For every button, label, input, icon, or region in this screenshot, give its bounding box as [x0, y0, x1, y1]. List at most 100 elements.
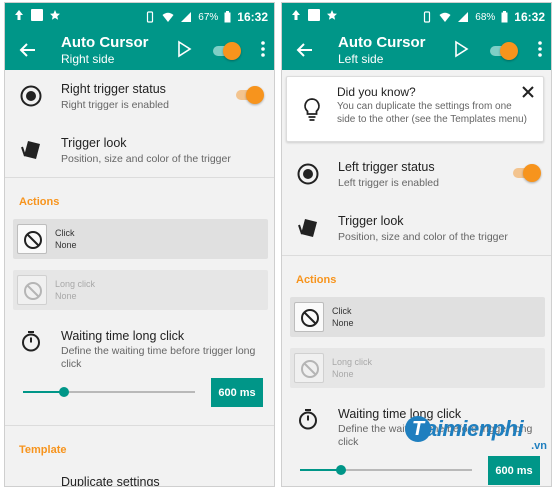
back-arrow-icon[interactable]: [294, 39, 316, 61]
click-action-title: Click: [55, 228, 75, 238]
app-bar: Auto Cursor Left side: [282, 30, 551, 70]
trigger-look-sub: Position, size and color of the trigger: [338, 231, 508, 243]
settings-list: Did you know? You can duplicate the sett…: [282, 70, 551, 486]
trigger-look-icon: [19, 138, 43, 162]
block-icon: [17, 275, 47, 305]
app-title: Auto Cursor: [338, 34, 426, 51]
vibrate-icon: [421, 11, 433, 23]
trigger-look-title: Trigger look: [338, 214, 404, 228]
clock: 16:32: [514, 10, 545, 24]
watermark-suffix: .vn: [531, 440, 547, 452]
app-subtitle: Right side: [61, 52, 115, 66]
trigger-status-toggle[interactable]: [234, 86, 264, 104]
status-bar: 67% 16:32: [5, 3, 274, 30]
settings-list: Right trigger status Right trigger is en…: [5, 70, 274, 486]
radio-target-icon: [19, 84, 43, 108]
back-arrow-icon[interactable]: [17, 39, 39, 61]
clock: 16:32: [237, 10, 268, 24]
block-icon: [17, 224, 47, 254]
notification-icon: [308, 9, 320, 21]
app-bar: Auto Cursor Right side: [5, 30, 274, 70]
slider-fill: [300, 469, 342, 471]
battery-level: 67%: [198, 11, 219, 23]
waiting-time-slider[interactable]: [23, 386, 195, 398]
timer-icon: [296, 407, 320, 431]
tip-body: You can duplicate the settings from one …: [337, 101, 527, 125]
lightbulb-icon: [301, 97, 323, 121]
trigger-status-row[interactable]: Right trigger status Right trigger is en…: [5, 80, 274, 120]
trigger-look-row[interactable]: Trigger look Position, size and color of…: [282, 210, 551, 250]
slider-fill: [23, 391, 65, 393]
trigger-look-row[interactable]: Trigger look Position, size and color of…: [5, 132, 274, 172]
timer-icon: [19, 329, 43, 353]
waiting-time-title: Waiting time long click: [61, 329, 185, 343]
phone-screen-left-side: 68% 16:32 Auto Cursor Left side Did you …: [281, 2, 552, 487]
trigger-look-sub: Position, size and color of the trigger: [61, 153, 231, 165]
trigger-status-sub: Right trigger is enabled: [61, 99, 169, 111]
trigger-status-sub: Left trigger is enabled: [338, 177, 439, 189]
trigger-status-row[interactable]: Left trigger status Left trigger is enab…: [282, 158, 551, 198]
waiting-time-slider[interactable]: [300, 464, 472, 476]
click-action-value: None: [55, 240, 77, 250]
trigger-look-title: Trigger look: [61, 136, 127, 150]
star-icon: [49, 9, 61, 21]
waiting-time-sub: Define the waiting time before trigger l…: [61, 345, 256, 370]
battery-icon: [224, 11, 231, 23]
long-click-action-value: None: [332, 369, 354, 379]
tip-card: Did you know? You can duplicate the sett…: [286, 76, 544, 142]
service-toggle[interactable]: [211, 42, 241, 60]
overflow-menu-icon[interactable]: [260, 40, 266, 58]
divider: [5, 177, 274, 178]
trigger-status-toggle[interactable]: [511, 164, 541, 182]
waiting-time-value[interactable]: 600 ms: [211, 378, 263, 407]
waiting-time-row: Waiting time long click Define the waiti…: [5, 325, 274, 375]
signal-icon: [457, 11, 469, 23]
watermark-text: aimienphi: [425, 416, 524, 441]
trigger-status-title: Left trigger status: [338, 160, 435, 174]
upload-icon: [13, 9, 25, 21]
slider-thumb[interactable]: [336, 465, 347, 475]
tip-title: Did you know?: [337, 85, 416, 99]
upload-icon: [290, 9, 302, 21]
actions-section-label: Actions: [296, 274, 337, 286]
block-icon: [294, 353, 324, 383]
signal-icon: [180, 11, 192, 23]
trigger-look-icon: [296, 216, 320, 240]
click-action-title: Click: [332, 306, 352, 316]
divider: [282, 255, 551, 256]
click-action-value: None: [332, 318, 354, 328]
app-subtitle: Left side: [338, 52, 384, 66]
waiting-time-value[interactable]: 600 ms: [488, 456, 540, 485]
battery-icon: [501, 11, 508, 23]
long-click-action-card[interactable]: Long click None: [290, 348, 545, 388]
duplicate-settings-item[interactable]: Duplicate settings: [61, 475, 160, 486]
vibrate-icon: [144, 11, 156, 23]
divider: [5, 425, 274, 426]
long-click-action-value: None: [55, 291, 77, 301]
trigger-status-title: Right trigger status: [61, 82, 166, 96]
wifi-icon: [162, 11, 174, 23]
click-action-card[interactable]: Click None: [290, 297, 545, 337]
status-bar: 68% 16:32: [282, 3, 551, 30]
close-icon[interactable]: [521, 85, 535, 99]
play-icon[interactable]: [175, 40, 193, 58]
long-click-action-card[interactable]: Long click None: [13, 270, 268, 310]
overflow-menu-icon[interactable]: [537, 40, 543, 58]
slider-thumb[interactable]: [59, 387, 70, 397]
watermark-logo: T aimienphi .vn: [405, 414, 551, 458]
template-section-label: Template: [19, 444, 67, 456]
long-click-action-title: Long click: [55, 279, 96, 289]
click-action-card[interactable]: Click None: [13, 219, 268, 259]
radio-target-icon: [296, 162, 320, 186]
notification-icon: [31, 9, 43, 21]
phone-screen-right-side: 67% 16:32 Auto Cursor Right side Right t…: [4, 2, 275, 487]
app-title: Auto Cursor: [61, 34, 149, 51]
battery-level: 68%: [475, 11, 496, 23]
actions-section-label: Actions: [19, 196, 60, 208]
play-icon[interactable]: [452, 40, 470, 58]
service-toggle[interactable]: [488, 42, 518, 60]
wifi-icon: [439, 11, 451, 23]
long-click-action-title: Long click: [332, 357, 373, 367]
block-icon: [294, 302, 324, 332]
star-icon: [326, 9, 338, 21]
